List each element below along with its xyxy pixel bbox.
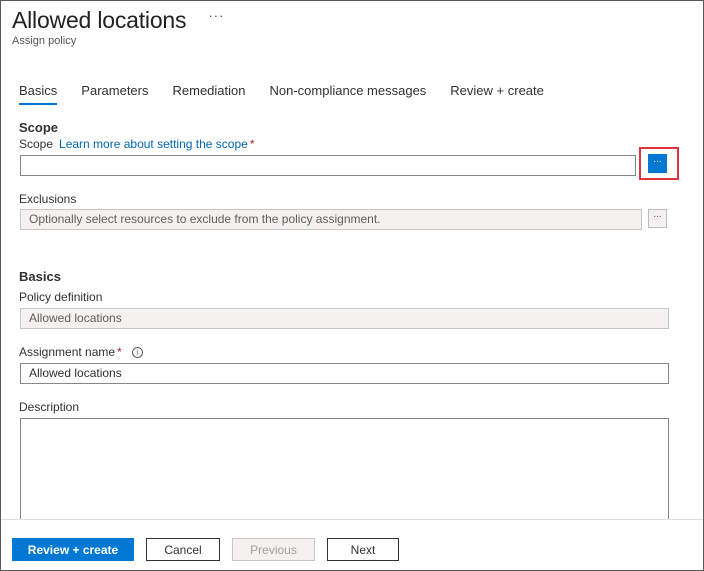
assignment-name-input[interactable]: Allowed locations <box>20 363 669 384</box>
scope-required-mark: * <box>249 137 255 151</box>
exclusions-label: Exclusions <box>19 192 77 206</box>
description-label: Description <box>19 400 80 414</box>
scope-section-title: Scope <box>19 120 59 135</box>
footer-bar: Review + create Cancel Previous Next <box>1 519 703 570</box>
assign-policy-blade: Allowed locations ··· Assign policy Basi… <box>0 0 704 571</box>
tab-basics[interactable]: Basics <box>19 83 58 105</box>
page-title: Allowed locations <box>12 7 187 33</box>
next-button[interactable]: Next <box>327 538 399 561</box>
more-options-icon[interactable]: ··· <box>208 8 224 23</box>
tab-parameters[interactable]: Parameters <box>81 83 148 105</box>
description-textarea[interactable] <box>20 418 669 526</box>
exclusions-browse-button[interactable]: ... <box>648 209 667 228</box>
assignment-name-label: Assignment name <box>19 345 116 359</box>
wizard-tabs: Basics Parameters Remediation Non-compli… <box>19 83 568 105</box>
scope-learn-more-link[interactable]: Learn more about setting the scope <box>59 137 248 151</box>
highlight-box <box>639 147 679 180</box>
info-icon[interactable]: i <box>131 347 143 358</box>
scope-input[interactable] <box>20 155 636 176</box>
exclusions-input[interactable]: Optionally select resources to exclude f… <box>20 209 642 230</box>
page-subtitle: Assign policy <box>12 35 77 47</box>
previous-button[interactable]: Previous <box>232 538 315 561</box>
blade-header: Allowed locations ··· Assign policy <box>12 5 224 47</box>
cancel-button[interactable]: Cancel <box>146 538 220 561</box>
scope-label: Scope <box>19 137 54 151</box>
title-row: Allowed locations ··· <box>12 5 224 35</box>
assignment-name-required-mark: * <box>117 345 122 359</box>
policy-definition-label: Policy definition <box>19 290 103 304</box>
assignment-name-label-row: Assignment name * i <box>19 345 143 359</box>
scope-label-row: Scope Learn more about setting the scope * <box>19 137 255 151</box>
review-create-button[interactable]: Review + create <box>12 538 134 561</box>
tab-review-create[interactable]: Review + create <box>450 83 544 105</box>
tab-remediation[interactable]: Remediation <box>173 83 246 105</box>
policy-definition-field: Allowed locations <box>20 308 669 329</box>
tab-non-compliance-messages[interactable]: Non-compliance messages <box>270 83 427 105</box>
basics-section-title: Basics <box>19 269 61 284</box>
